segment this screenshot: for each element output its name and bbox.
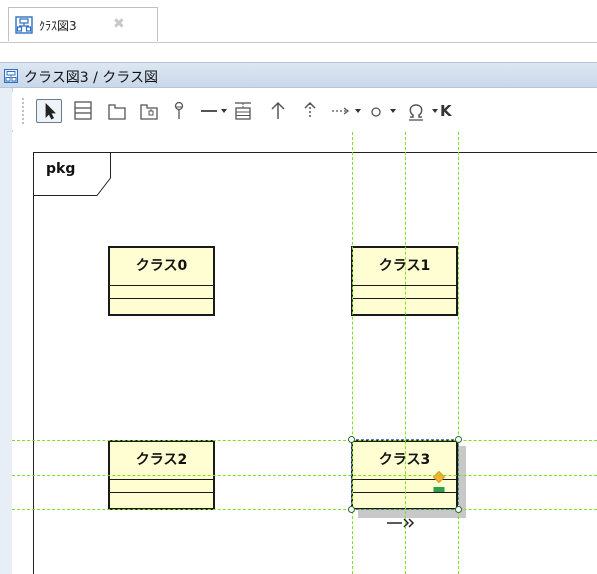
tab-label: ｸﾗｽ図3 [39,19,77,33]
toolbar-overflow[interactable]: K [440,99,452,123]
dropdown-arrow-icon [430,99,440,123]
diagram-title: クラス図3 / クラス図 [24,70,158,86]
attribute-divider [110,479,213,480]
association-tool[interactable] [198,99,220,123]
generalization-arrow-icon [268,99,288,123]
alignment-guide [12,509,597,510]
circle-icon [368,99,384,123]
association-class-tool[interactable] [232,99,254,123]
interface-tool[interactable] [170,99,188,123]
attribute-divider [110,285,213,286]
app-window: ｸﾗｽ図3 ✖ クラス図3 / クラス図 K pkg クラス0 クラス1 クラス… [0,0,597,574]
package-tool[interactable] [106,99,128,123]
package-label: pkg [46,161,76,177]
package-frame[interactable] [33,152,597,574]
dependency-dropdown[interactable] [353,99,363,123]
class-diagram-icon [15,16,33,34]
dropdown-arrow-icon [219,99,229,123]
model-package-tool[interactable] [138,99,160,123]
realization-arrow-icon [300,99,320,123]
omega-icon [404,99,428,123]
class-icon [72,99,94,123]
alignment-guide [12,475,597,476]
class-name: クラス0 [135,258,188,274]
lollipop-icon [170,99,188,123]
model-package-icon [138,99,160,123]
generalization-tool[interactable] [268,99,288,123]
dropdown-arrow-icon [353,99,363,123]
diagram-toolbar: K [12,92,597,130]
class-box-0[interactable]: クラス0 [108,246,215,316]
operation-divider [110,298,213,299]
class-tool[interactable] [72,99,94,123]
association-class-icon [232,99,254,123]
toolbar-grip[interactable] [22,98,26,124]
realization-tool[interactable] [300,99,320,123]
resize-handle[interactable] [348,436,355,443]
omega-dropdown[interactable] [430,99,440,123]
note-anchor-tool[interactable] [368,99,384,123]
selection-shadow [459,446,466,512]
dependency-arrow-icon [330,99,352,123]
diagram-icon [3,68,19,84]
class-name: クラス2 [135,452,188,468]
resize-handle[interactable] [348,506,355,513]
note-dropdown[interactable] [388,99,398,123]
diagram-title-bar: クラス図3 / クラス図 [0,62,597,88]
resize-handle[interactable] [455,506,462,513]
select-tool[interactable] [36,99,62,123]
omega-tool[interactable] [404,99,428,123]
operation-divider [110,492,213,493]
association-line-icon [198,99,220,123]
tab-class-diagram-3[interactable]: ｸﾗｽ図3 ✖ [8,7,158,41]
relationship-handle-icon[interactable] [385,514,421,532]
dropdown-arrow-icon [388,99,398,123]
selection-frame [351,439,459,510]
close-icon[interactable]: ✖ [113,16,125,32]
resize-handle[interactable] [455,436,462,443]
cursor-arrow-icon [37,100,61,122]
association-dropdown[interactable] [219,99,229,123]
package-icon [106,99,128,123]
alignment-guide [12,440,597,441]
dependency-tool[interactable] [330,99,352,123]
editor-tab-strip: ｸﾗｽ図3 ✖ [0,0,597,43]
